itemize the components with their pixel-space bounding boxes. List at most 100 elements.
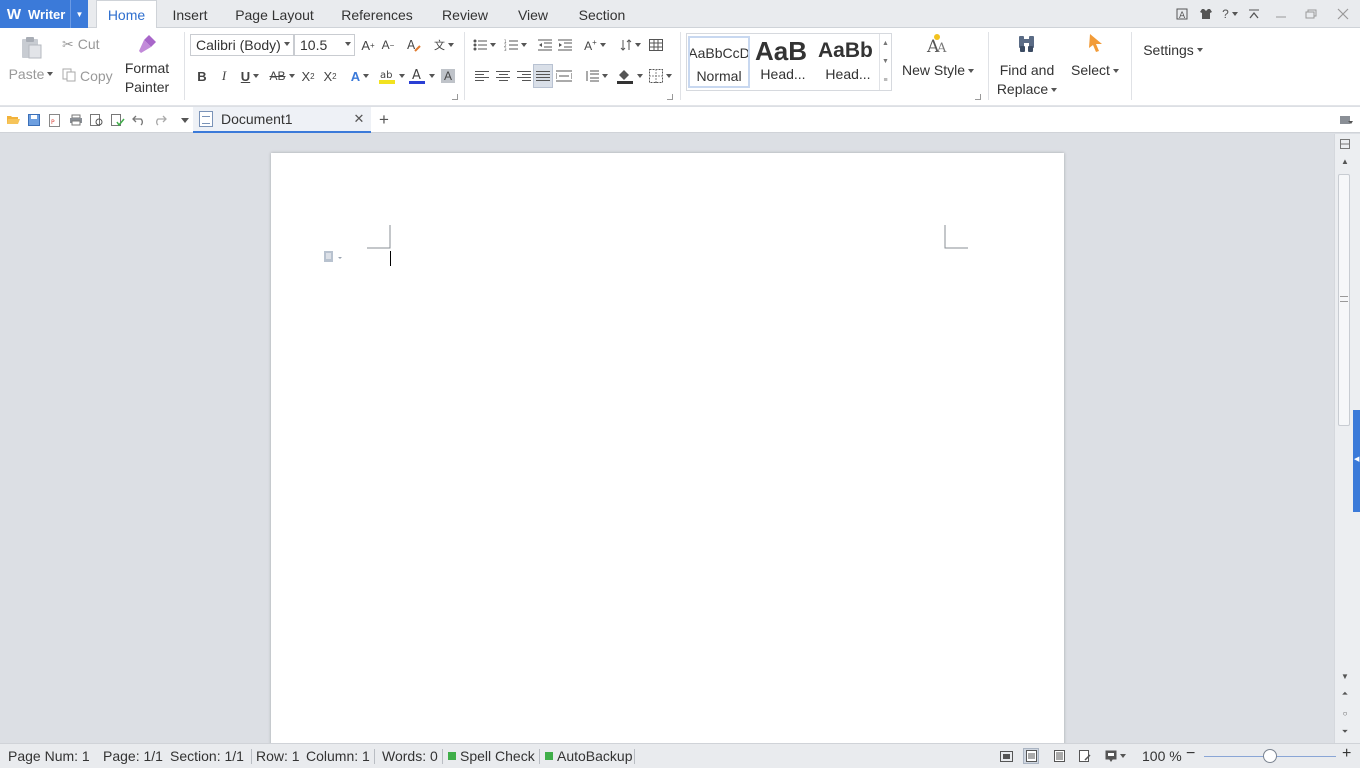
align-center-icon[interactable] (493, 66, 513, 86)
paste-icon[interactable] (8, 32, 54, 62)
strikethrough-button[interactable]: AB (268, 66, 296, 86)
text-effect-button[interactable]: A (346, 66, 374, 86)
zoom-out-icon[interactable]: − (1186, 745, 1195, 763)
status-row[interactable]: Row: 1 (256, 748, 300, 764)
print-layout-view-icon[interactable] (1023, 748, 1039, 764)
format-painter-button[interactable]: Format Painter (122, 32, 172, 102)
autobackup-toggle[interactable]: AutoBackup (545, 748, 633, 764)
tab-list-icon[interactable] (1338, 112, 1354, 128)
tab-page-layout[interactable]: Page Layout (227, 0, 322, 29)
web-layout-view-icon[interactable] (1051, 748, 1067, 764)
align-right-icon[interactable] (514, 66, 534, 86)
borders-button[interactable] (646, 66, 674, 86)
underline-button[interactable]: U (236, 66, 264, 86)
zoom-level[interactable]: 100 % (1142, 748, 1182, 764)
clear-formatting-icon[interactable]: A (404, 35, 424, 55)
subscript-button[interactable]: X2 (320, 66, 340, 86)
status-column[interactable]: Column: 1 (306, 748, 370, 764)
phonetic-guide-icon[interactable]: 文 (430, 35, 458, 55)
zoom-in-icon[interactable]: + (1342, 745, 1351, 763)
account-icon[interactable]: A (1170, 0, 1194, 28)
app-menu-dropdown-icon[interactable]: ▼ (70, 0, 88, 28)
new-tab-plus-icon[interactable]: + (376, 110, 392, 129)
tab-insert[interactable]: Insert (163, 0, 217, 29)
tab-references[interactable]: References (332, 0, 422, 29)
increase-font-size-icon[interactable]: A + (358, 35, 378, 55)
paste-button[interactable]: Paste (6, 64, 56, 84)
italic-button[interactable]: I (214, 66, 234, 86)
undo-icon[interactable] (131, 112, 147, 128)
tab-home[interactable]: Home (96, 0, 157, 29)
reading-mode-icon[interactable] (1100, 748, 1130, 764)
style-normal[interactable]: AaBbCcD Normal (688, 36, 750, 88)
justify-icon[interactable] (533, 64, 553, 88)
status-words[interactable]: Words: 0 (382, 748, 438, 764)
style-heading-1[interactable]: AaB Head... (753, 36, 813, 88)
browse-object-icon[interactable]: ○ (1339, 707, 1351, 719)
scroll-down-icon[interactable]: ▼ (1339, 670, 1351, 682)
font-dialog-launcher-icon[interactable] (452, 94, 458, 100)
help-icon[interactable]: ? (1218, 0, 1242, 28)
change-case-button[interactable]: A+ (580, 35, 610, 55)
new-style-button[interactable]: AA New Style (896, 32, 980, 92)
superscript-button[interactable]: X2 (298, 66, 318, 86)
settings-button[interactable]: Settings (1138, 40, 1208, 60)
spellcheck-icon[interactable] (110, 112, 126, 128)
outline-view-icon[interactable] (1077, 748, 1093, 764)
minimize-icon[interactable] (1266, 0, 1296, 28)
character-shading-icon[interactable]: A (438, 66, 458, 86)
paragraph-dialog-launcher-icon[interactable] (667, 94, 673, 100)
numbering-button[interactable]: 123 (500, 35, 530, 55)
close-window-icon[interactable] (1326, 0, 1360, 28)
font-color-button[interactable]: A (406, 66, 436, 86)
chevron-down-icon[interactable]: ▼ (882, 58, 889, 65)
app-menu-button[interactable]: W Writer ▼ (0, 0, 88, 28)
shading-button[interactable] (614, 66, 644, 86)
styles-scroll[interactable]: ▲ ▼ ≡ (879, 34, 891, 90)
collapse-ribbon-icon[interactable] (1242, 0, 1266, 28)
document-tab[interactable]: Document1 ✕ (193, 107, 371, 133)
zoom-slider-knob[interactable] (1263, 749, 1277, 763)
next-page-icon[interactable]: ⏷ (1339, 726, 1351, 738)
cut-button[interactable]: ✂ Cut (62, 34, 110, 54)
tab-view[interactable]: View (508, 0, 558, 29)
find-and-replace-button[interactable]: Find and Replace (994, 32, 1060, 104)
save-icon[interactable] (26, 112, 42, 128)
document-workspace[interactable] (0, 134, 1334, 743)
bold-button[interactable]: B (192, 66, 212, 86)
distributed-align-icon[interactable] (554, 66, 574, 86)
copy-button[interactable]: Copy (62, 66, 118, 86)
tab-section[interactable]: Section (570, 0, 634, 29)
chevron-up-icon[interactable]: ▲ (882, 40, 889, 47)
scroll-up-icon[interactable]: ▲ (1339, 155, 1351, 167)
spell-check-toggle[interactable]: Spell Check (448, 748, 535, 764)
font-size-select[interactable]: 10.5 (294, 34, 355, 56)
split-view-icon[interactable] (1339, 138, 1351, 150)
select-button[interactable]: Select (1066, 32, 1124, 92)
increase-indent-icon[interactable] (555, 35, 575, 55)
document-page[interactable] (271, 153, 1064, 743)
skin-shirt-icon[interactable] (1194, 0, 1218, 28)
status-section[interactable]: Section: 1/1 (170, 748, 244, 764)
decrease-indent-icon[interactable] (535, 35, 555, 55)
full-screen-icon[interactable] (998, 748, 1014, 764)
export-pdf-icon[interactable]: P (47, 112, 63, 128)
style-heading-2[interactable]: AaBb Head... (817, 36, 879, 88)
decrease-font-size-icon[interactable]: A − (378, 35, 398, 55)
customize-toolbar-icon[interactable] (175, 112, 191, 128)
status-page-num[interactable]: Page Num: 1 (8, 748, 90, 764)
close-tab-icon[interactable]: ✕ (351, 111, 367, 127)
previous-page-icon[interactable]: ⏶ (1339, 688, 1351, 700)
align-left-icon[interactable] (472, 66, 492, 86)
tab-review[interactable]: Review (434, 0, 496, 29)
expand-gallery-icon[interactable]: ≡ (883, 77, 887, 84)
redo-icon[interactable] (152, 112, 168, 128)
open-folder-icon[interactable] (5, 112, 21, 128)
table-icon[interactable] (646, 35, 666, 55)
restore-icon[interactable] (1296, 0, 1326, 28)
highlight-color-button[interactable]: ab (376, 66, 406, 86)
print-icon[interactable] (68, 112, 84, 128)
sort-button[interactable] (618, 35, 642, 55)
bullets-button[interactable] (470, 35, 498, 55)
line-spacing-button[interactable] (582, 66, 610, 86)
